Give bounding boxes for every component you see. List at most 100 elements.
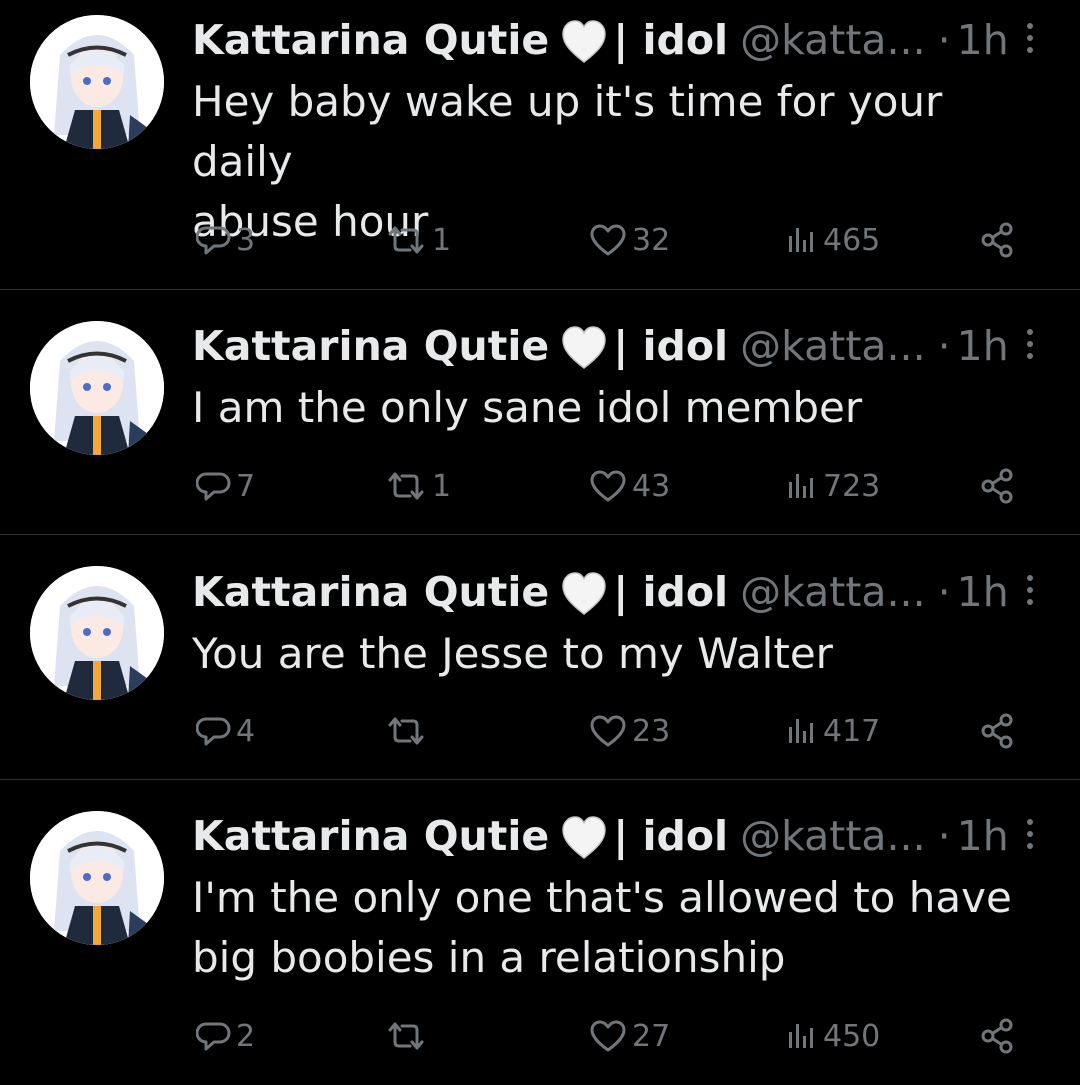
share-icon <box>981 222 1013 258</box>
tweet-text-line: Hey baby wake up it's time for your dail… <box>192 77 943 186</box>
retweet-button[interactable] <box>384 706 432 756</box>
like-count: 27 <box>632 1018 671 1054</box>
retweet-button[interactable]: 1 <box>384 461 451 511</box>
heart-icon <box>590 1020 626 1052</box>
avatar[interactable] <box>30 15 164 149</box>
views-button[interactable]: 450 <box>785 1011 880 1061</box>
views-count: 465 <box>823 222 881 258</box>
tweet-text-line: I am the only sane idol member <box>192 383 863 432</box>
share-icon <box>981 1018 1013 1054</box>
tweet-header: Kattarina Qutie | idol @katta... · 1h <box>192 562 1032 622</box>
views-icon <box>789 1024 813 1048</box>
reply-button[interactable]: 4 <box>196 706 255 756</box>
separator-dot: · <box>937 568 951 616</box>
share-icon <box>981 468 1013 504</box>
reply-button[interactable]: 7 <box>196 461 255 511</box>
like-count: 23 <box>632 713 671 749</box>
display-name[interactable]: Kattarina Qutie <box>192 562 549 622</box>
tweet-header: Kattarina Qutie | idol @katta... · 1h <box>192 316 1032 376</box>
tweet-header: Kattarina Qutie | idol @katta... · 1h <box>192 806 1032 866</box>
share-icon <box>981 713 1013 749</box>
white-heart-emoji-icon <box>561 816 607 860</box>
views-icon <box>789 228 813 252</box>
retweet-button[interactable] <box>384 1011 432 1061</box>
tweet-actions: 3 1 32 465 <box>0 215 1080 265</box>
tweet[interactable]: Kattarina Qutie | idol @katta... · 1h Yo… <box>0 562 1080 780</box>
display-name[interactable]: Kattarina Qutie <box>192 10 549 70</box>
divider <box>0 779 1080 780</box>
reply-count: 3 <box>236 222 256 258</box>
white-heart-emoji-icon <box>561 20 607 64</box>
views-icon <box>789 719 813 743</box>
views-button[interactable]: 465 <box>785 215 880 265</box>
like-count: 32 <box>632 222 671 258</box>
share-button[interactable] <box>978 1011 1018 1061</box>
timestamp[interactable]: 1h <box>957 562 1009 622</box>
reply-count: 7 <box>236 468 256 504</box>
timestamp[interactable]: 1h <box>957 316 1009 376</box>
more-vertical-icon[interactable] <box>1018 814 1042 854</box>
like-button[interactable]: 23 <box>588 706 670 756</box>
tweet[interactable]: Kattarina Qutie | idol @katta... · 1h I'… <box>0 806 1080 1085</box>
views-count: 450 <box>823 1018 881 1054</box>
separator-dot: · <box>937 812 951 860</box>
handle[interactable]: @katta... <box>740 806 926 866</box>
retweet-icon <box>388 1022 424 1050</box>
reply-count: 2 <box>236 1018 256 1054</box>
display-name-suffix: | idol <box>613 812 729 860</box>
heart-icon <box>590 470 626 502</box>
display-name-suffix: | idol <box>613 322 729 370</box>
more-vertical-icon[interactable] <box>1018 324 1042 364</box>
retweet-icon <box>388 472 424 500</box>
like-button[interactable]: 27 <box>588 1011 670 1061</box>
tweet-header: Kattarina Qutie | idol @katta... · 1h <box>192 10 1032 70</box>
handle[interactable]: @katta... <box>740 562 926 622</box>
display-name-suffix: | idol <box>613 568 729 616</box>
like-button[interactable]: 43 <box>588 461 670 511</box>
display-name-suffix: | idol <box>613 16 729 64</box>
retweet-icon <box>388 226 424 254</box>
tweet-text-line: big boobies in a relationship <box>192 933 786 982</box>
display-name[interactable]: Kattarina Qutie <box>192 316 549 376</box>
tweet-actions: 2 27 450 <box>0 1011 1080 1061</box>
like-button[interactable]: 32 <box>588 215 670 265</box>
tweet-text: I'm the only one that's allowed to have … <box>192 868 1052 988</box>
retweet-button[interactable]: 1 <box>384 215 451 265</box>
avatar[interactable] <box>30 566 164 700</box>
share-button[interactable] <box>978 461 1018 511</box>
tweet[interactable]: Kattarina Qutie | idol @katta... · 1h I … <box>0 316 1080 534</box>
views-icon <box>789 474 813 498</box>
timestamp[interactable]: 1h <box>957 806 1009 866</box>
white-heart-emoji-icon <box>561 326 607 370</box>
tweet-text-line: I'm the only one that's allowed to have <box>192 873 1012 922</box>
retweet-icon <box>388 717 424 745</box>
divider <box>0 289 1080 290</box>
more-vertical-icon[interactable] <box>1018 570 1042 610</box>
avatar[interactable] <box>30 321 164 455</box>
tweet-actions: 7 1 43 723 <box>0 461 1080 511</box>
reply-icon <box>196 717 231 746</box>
reply-button[interactable]: 2 <box>196 1011 255 1061</box>
more-vertical-icon[interactable] <box>1018 18 1042 58</box>
avatar[interactable] <box>30 811 164 945</box>
separator-dot: · <box>937 322 951 370</box>
share-button[interactable] <box>978 215 1018 265</box>
retweet-count: 1 <box>432 468 452 504</box>
display-name[interactable]: Kattarina Qutie <box>192 806 549 866</box>
views-button[interactable]: 723 <box>785 461 880 511</box>
views-button[interactable]: 417 <box>785 706 880 756</box>
handle[interactable]: @katta... <box>740 10 926 70</box>
reply-icon <box>196 1022 231 1051</box>
separator-dot: · <box>937 16 951 64</box>
divider <box>0 534 1080 535</box>
handle[interactable]: @katta... <box>740 316 926 376</box>
timestamp[interactable]: 1h <box>957 10 1009 70</box>
tweet[interactable]: Kattarina Qutie | idol @katta... · 1h He… <box>0 10 1080 290</box>
reply-icon <box>196 226 231 255</box>
tweet-text-line: You are the Jesse to my Walter <box>192 629 833 678</box>
share-button[interactable] <box>978 706 1018 756</box>
heart-icon <box>590 224 626 256</box>
tweet-actions: 4 23 417 <box>0 706 1080 756</box>
reply-button[interactable]: 3 <box>196 215 255 265</box>
tweet-text: You are the Jesse to my Walter <box>192 624 1052 684</box>
